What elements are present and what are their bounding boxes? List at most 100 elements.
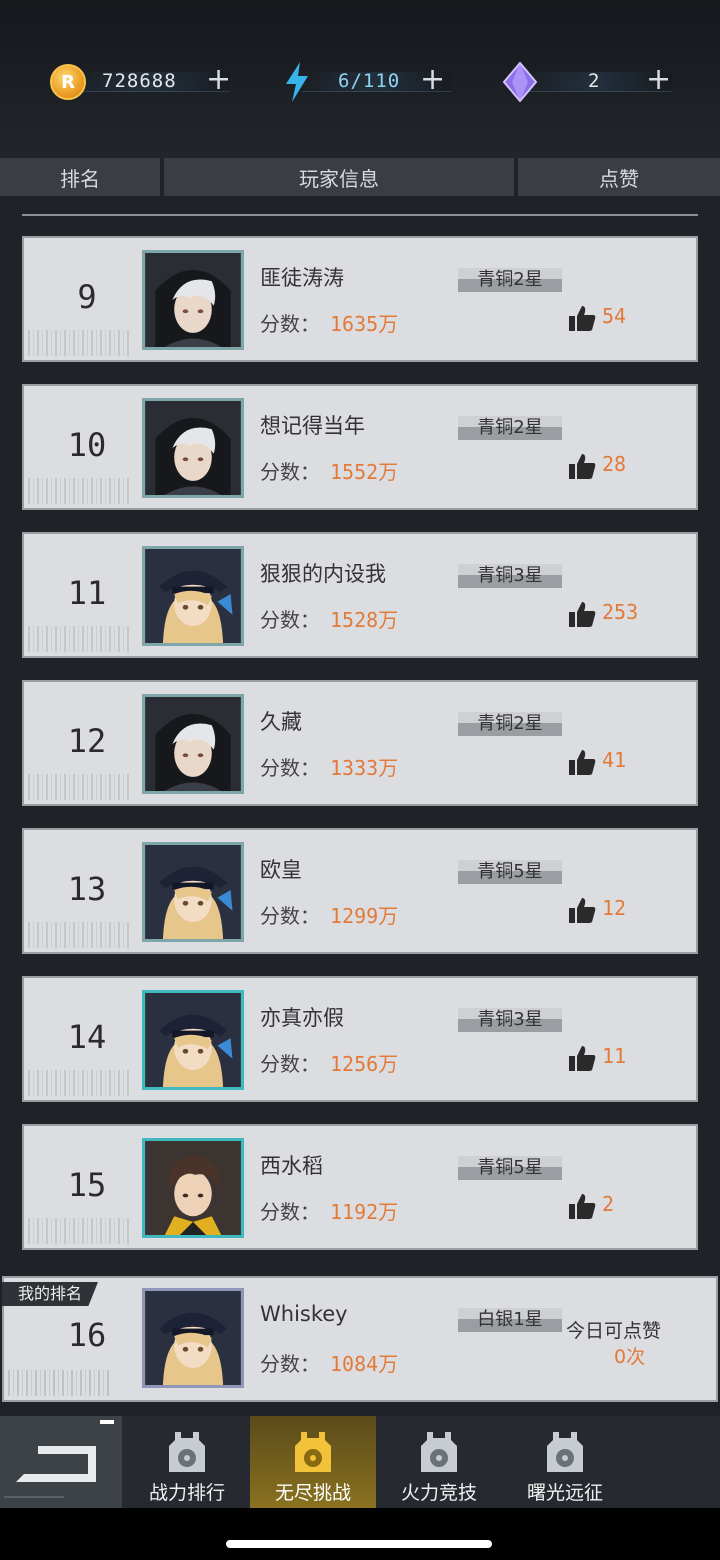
- tab-endless-challenge[interactable]: 无尽挑战: [250, 1416, 376, 1508]
- my-score-label: 分数：: [260, 1352, 320, 1376]
- player-avatar[interactable]: [142, 842, 244, 942]
- thumbs-up-icon[interactable]: [568, 304, 596, 332]
- score-label: 分数：: [260, 904, 320, 928]
- power-ranking-icon: [169, 1432, 205, 1472]
- my-rank-number: 16: [67, 1316, 107, 1354]
- back-button[interactable]: [0, 1416, 122, 1508]
- tab-label: 无尽挑战: [274, 1482, 351, 1504]
- score-value: 1192万: [330, 1200, 399, 1224]
- endless-challenge-icon: [295, 1432, 331, 1472]
- score-label: 分数：: [260, 460, 320, 484]
- like-count: 41: [602, 748, 627, 772]
- player-name: 狠狠的内设我: [260, 562, 386, 586]
- player-avatar[interactable]: [142, 694, 244, 794]
- tab-firepower-arena[interactable]: 火力竞技: [376, 1416, 502, 1508]
- brown-portrait-icon: [146, 1141, 240, 1235]
- column-player-info: 玩家信息: [164, 158, 516, 196]
- score-label: 分数：: [260, 1200, 320, 1224]
- hooded-portrait-icon: [146, 401, 240, 495]
- add-gems-button[interactable]: +: [646, 62, 671, 98]
- ranking-row: 14 亦真亦假 分数： 1256万 青铜3星 11: [22, 976, 698, 1102]
- tier-badge: 青铜5星: [458, 860, 562, 884]
- score-value: 1635万: [330, 312, 399, 336]
- tab-label: 曙光远征: [526, 1482, 603, 1504]
- ranking-row: 10 想记得当年 分数： 1552万 青铜2星 28: [22, 384, 698, 510]
- officer-portrait-icon: [146, 993, 240, 1087]
- thumbs-up-icon[interactable]: [568, 1192, 596, 1220]
- gem-value: 2: [588, 70, 601, 92]
- hooded-portrait-icon: [146, 697, 240, 791]
- my-player-name: Whiskey: [260, 1302, 348, 1326]
- tier-badge: 青铜3星: [458, 564, 562, 588]
- tier-badge: 青铜3星: [458, 1008, 562, 1032]
- tier-badge: 青铜2星: [458, 712, 562, 736]
- score-value: 1299万: [330, 904, 399, 928]
- barcode-decoration: [8, 1370, 112, 1396]
- back-arrow-icon: [4, 1420, 114, 1498]
- tier-badge: 青铜2星: [458, 268, 562, 292]
- score-value: 1552万: [330, 460, 399, 484]
- player-name: 想记得当年: [260, 414, 365, 438]
- barcode-decoration: [28, 330, 132, 356]
- add-energy-button[interactable]: +: [420, 62, 445, 98]
- player-name: 欧皇: [260, 858, 302, 882]
- my-score-value: 1084万: [330, 1352, 399, 1376]
- dawn-expedition-icon: [547, 1432, 583, 1472]
- my-tier-badge: 白银1星: [458, 1308, 562, 1332]
- like-count: 28: [602, 452, 627, 476]
- my-avatar[interactable]: [142, 1288, 244, 1388]
- coin-value: 728688: [102, 70, 177, 92]
- tab-dawn-expedition[interactable]: 曙光远征: [502, 1416, 628, 1508]
- rank-number: 11: [67, 574, 107, 612]
- barcode-decoration: [28, 626, 132, 652]
- like-count: 11: [602, 1044, 627, 1068]
- lightning-icon: [286, 62, 308, 102]
- like-count: 253: [602, 600, 639, 624]
- player-avatar[interactable]: [142, 546, 244, 646]
- thumbs-up-icon[interactable]: [568, 748, 596, 776]
- player-name: 久藏: [260, 710, 302, 734]
- thumbs-up-icon[interactable]: [568, 452, 596, 480]
- barcode-decoration: [28, 1070, 132, 1096]
- firepower-arena-icon: [421, 1432, 457, 1472]
- rank-number: 9: [77, 278, 97, 316]
- thumbs-up-icon[interactable]: [568, 896, 596, 924]
- tab-power-ranking[interactable]: 战力排行: [124, 1416, 250, 1508]
- tab-label: 战力排行: [148, 1482, 225, 1504]
- rank-number: 14: [67, 1018, 107, 1056]
- ranking-row: 9 匪徒涛涛 分数： 1635万 青铜2星 54: [22, 236, 698, 362]
- hooded-portrait-icon: [146, 253, 240, 347]
- energy-value: 6/110: [338, 70, 401, 92]
- like-count: 2: [602, 1192, 615, 1216]
- player-avatar[interactable]: [142, 1138, 244, 1238]
- thumbs-up-icon[interactable]: [568, 1044, 596, 1072]
- like-count: 54: [602, 304, 627, 328]
- officer-portrait-icon: [146, 549, 240, 643]
- home-indicator[interactable]: [226, 1540, 492, 1548]
- player-avatar[interactable]: [142, 250, 244, 350]
- header-divider: [22, 214, 698, 216]
- coin-currency: R 728688 +: [50, 62, 231, 102]
- barcode-decoration: [28, 774, 132, 800]
- ranking-row: 15 西水稻 分数： 1192万 青铜5星 2: [22, 1124, 698, 1250]
- like-count: 12: [602, 896, 627, 920]
- score-value: 1333万: [330, 756, 399, 780]
- crystal-icon: [502, 62, 538, 102]
- ranking-row: 12 久藏 分数： 1333万 青铜2星 41: [22, 680, 698, 806]
- player-avatar[interactable]: [142, 990, 244, 1090]
- coin-icon: R: [50, 64, 86, 100]
- rank-number: 13: [67, 870, 107, 908]
- column-rank: 排名: [0, 158, 162, 196]
- score-value: 1528万: [330, 608, 399, 632]
- add-coins-button[interactable]: +: [206, 62, 231, 98]
- barcode-decoration: [28, 478, 132, 504]
- thumbs-up-icon[interactable]: [568, 600, 596, 628]
- system-home-bar: [0, 1508, 720, 1560]
- rank-number: 10: [67, 426, 107, 464]
- rank-number: 15: [67, 1166, 107, 1204]
- column-likes: 点赞: [518, 158, 720, 196]
- rank-number: 12: [67, 722, 107, 760]
- score-value: 1256万: [330, 1052, 399, 1076]
- gem-currency: 2 +: [502, 62, 672, 102]
- player-avatar[interactable]: [142, 398, 244, 498]
